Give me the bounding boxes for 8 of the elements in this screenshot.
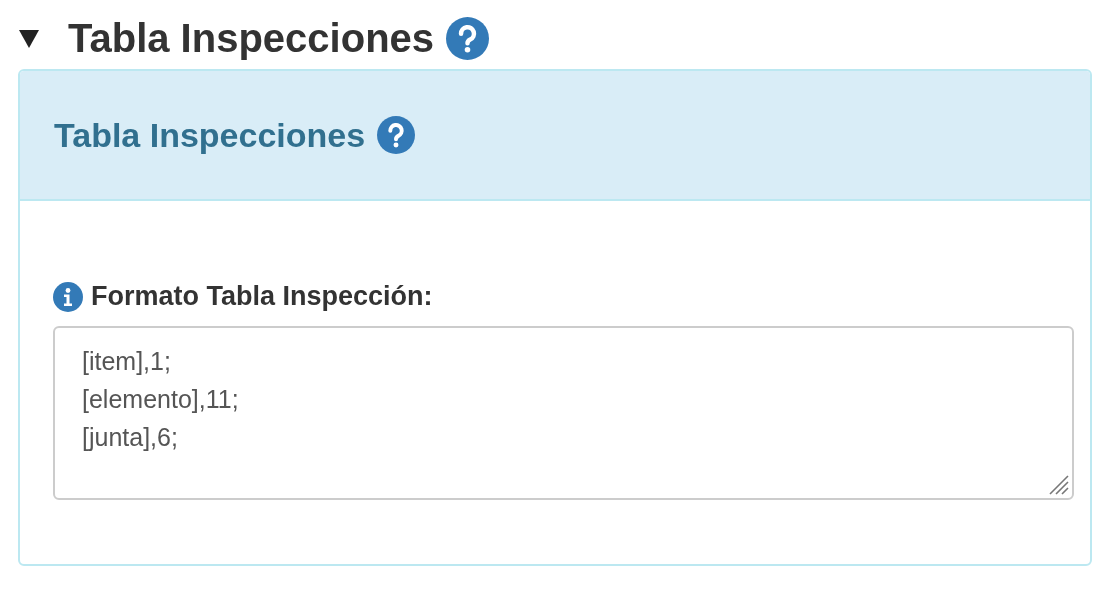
collapse-triangle-icon[interactable] [18, 27, 40, 49]
panel-title: Tabla Inspecciones [54, 115, 366, 155]
text-area[interactable]: [item],1; [elemento],11; [junta],6; [53, 326, 1074, 500]
info-icon [53, 281, 83, 312]
field-label: Formato Tabla Inspección: [91, 281, 433, 312]
help-icon[interactable] [377, 116, 416, 154]
section-title: Tabla Inspecciones [68, 15, 435, 61]
help-icon[interactable] [446, 16, 490, 60]
